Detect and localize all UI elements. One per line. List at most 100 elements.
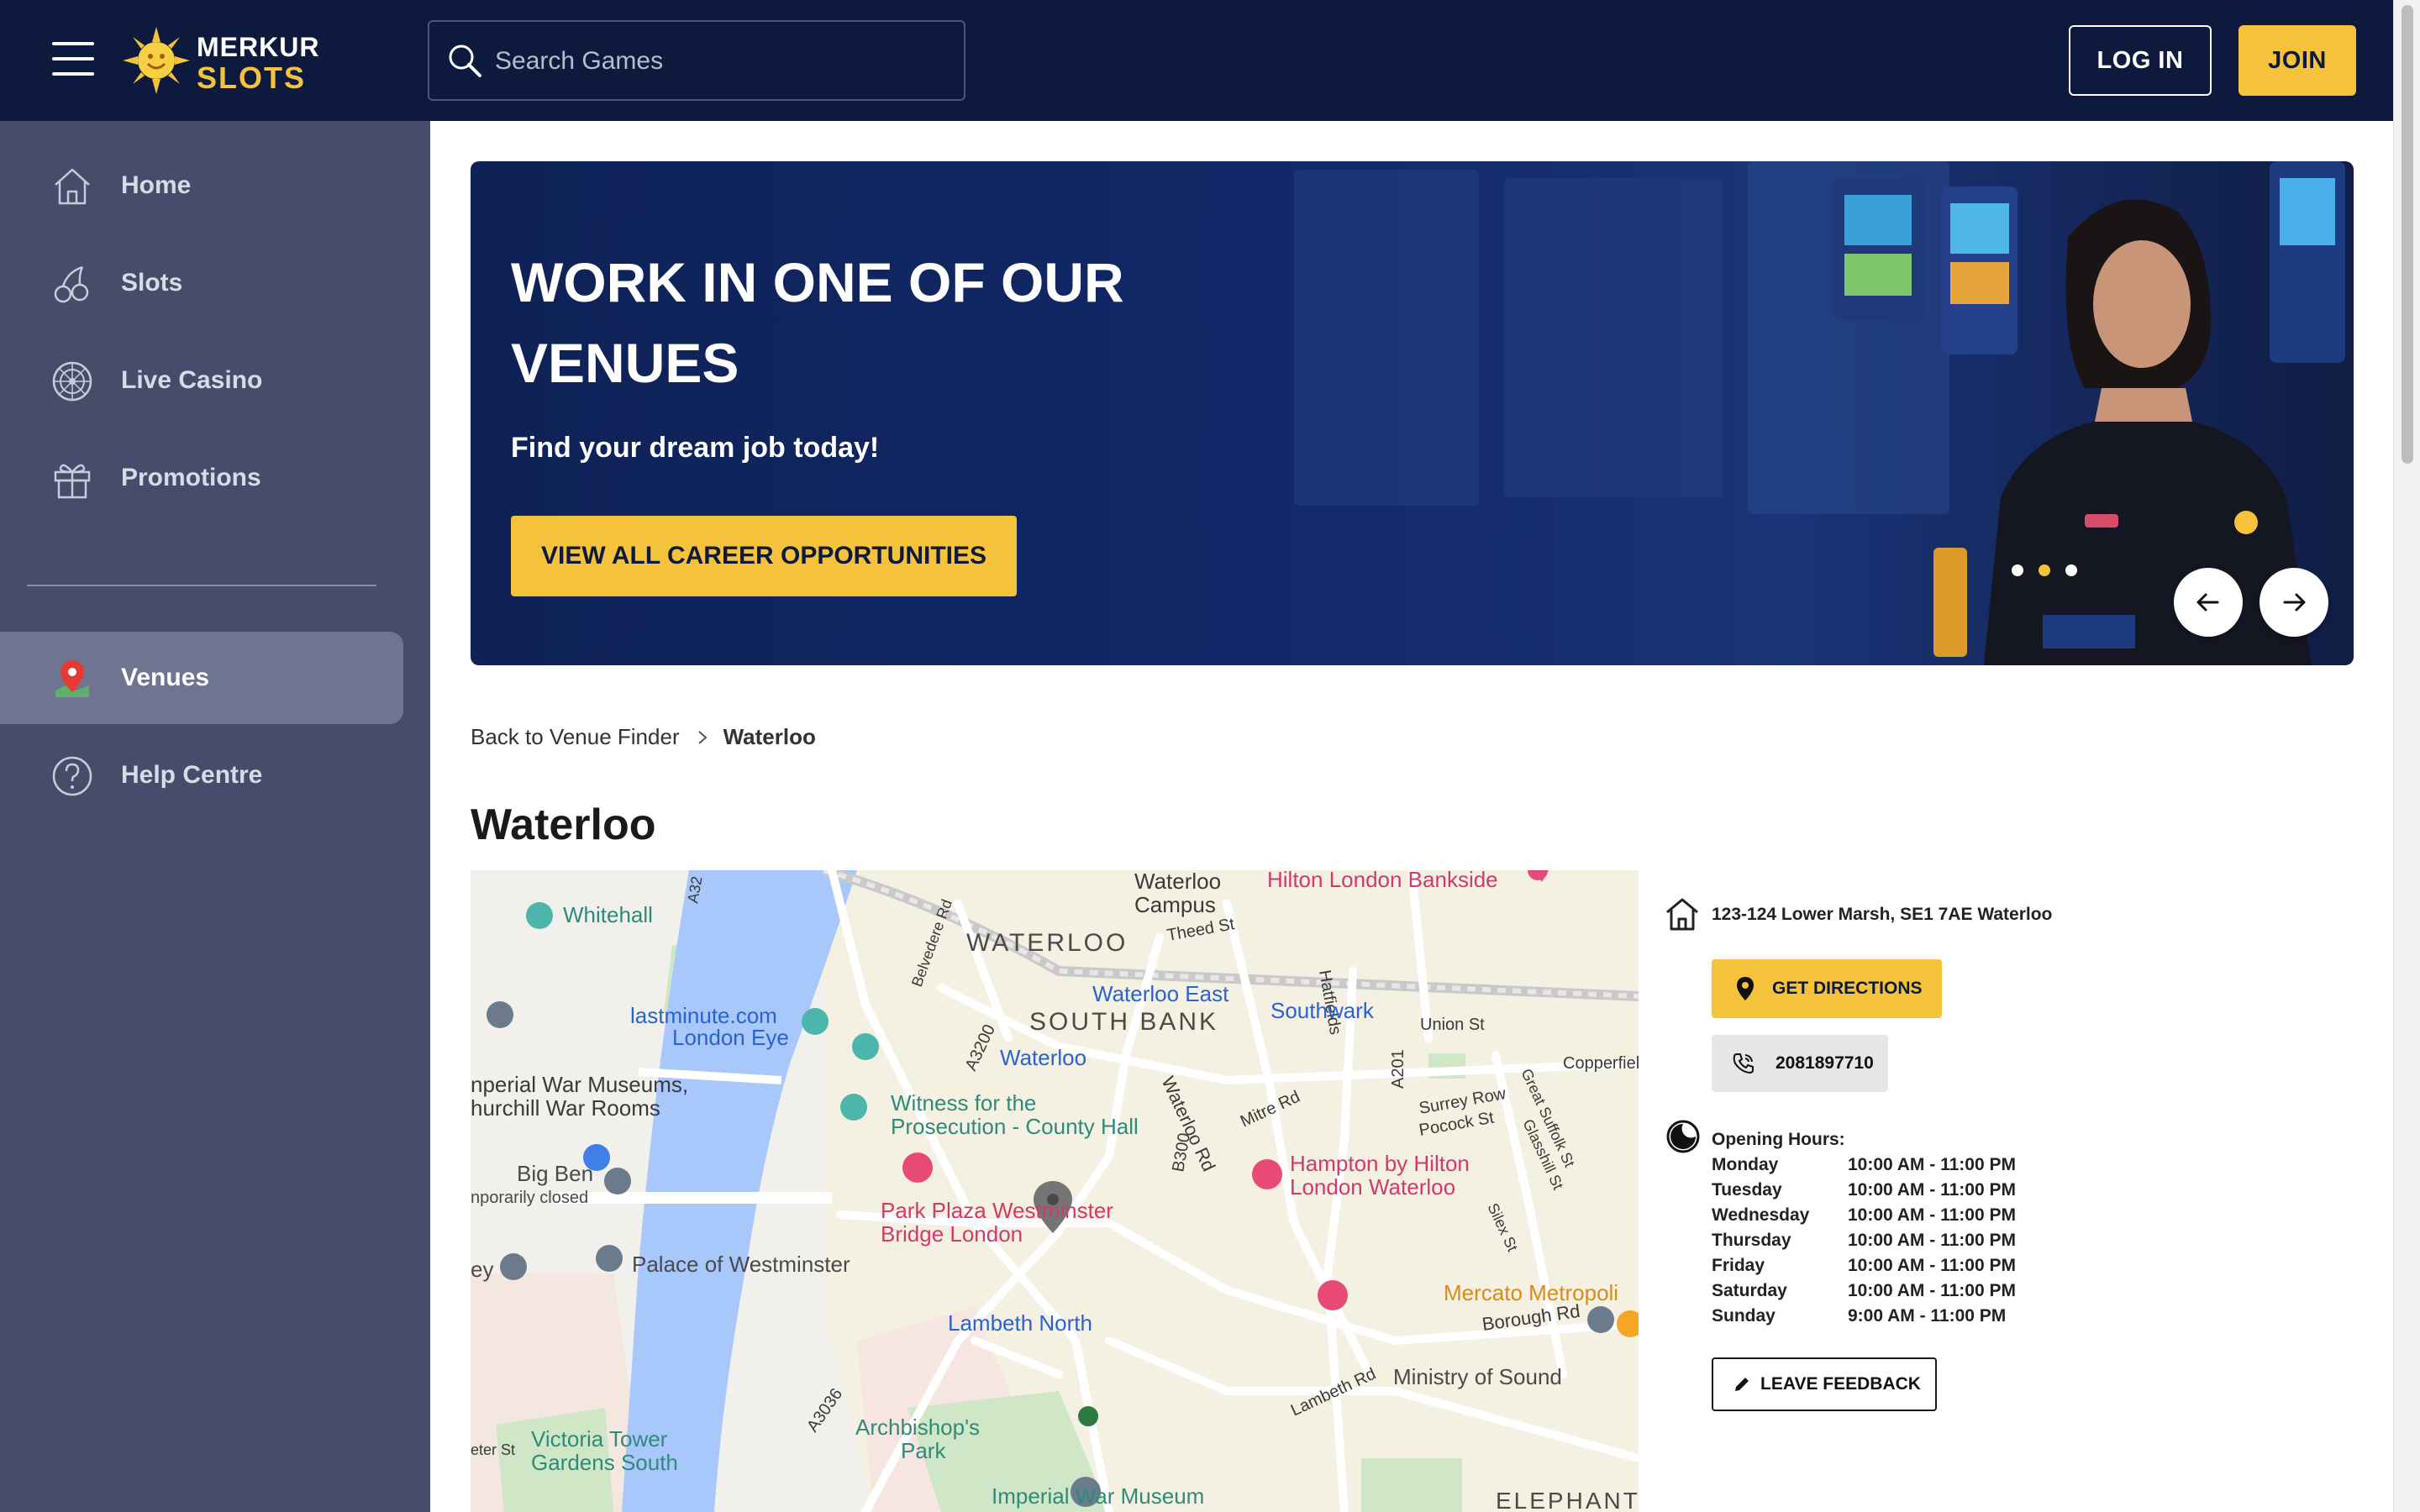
hamburger-menu-icon[interactable]	[52, 42, 94, 76]
map-label: A201	[1389, 1049, 1407, 1089]
merkur-slots-logo[interactable]: MERKUR SLOTS	[123, 24, 318, 97]
hours-row-thursday: Thursday 10:00 AM - 11:00 PM	[1712, 1231, 2016, 1256]
venue-map[interactable]: Waterloo Campus Hilton London Bankside W…	[471, 870, 1639, 1512]
map-label: Gardens South	[531, 1450, 678, 1475]
opening-hours-list: Monday 10:00 AM - 11:00 PM Tuesday 10:00 A…	[1712, 1155, 2016, 1331]
hours-row-saturday: Saturday 10:00 AM - 11:00 PM	[1712, 1281, 2016, 1306]
hours-day: Tuesday	[1712, 1180, 1782, 1200]
hours-time: 10:00 AM - 11:00 PM	[1848, 1205, 2016, 1225]
sidebar-divider	[27, 585, 376, 586]
sidebar-item-label: Promotions	[121, 464, 261, 491]
map-label: Whitehall	[563, 902, 653, 927]
clock-moon-icon	[1666, 1120, 1700, 1153]
hours-row-sunday: Sunday 9:00 AM - 11:00 PM	[1712, 1306, 2016, 1331]
sidebar-item-promotions[interactable]: Promotions	[0, 432, 403, 524]
breadcrumb-current: Waterloo	[723, 724, 816, 749]
page-scrollbar[interactable]	[2393, 0, 2420, 1512]
map-label: Park Plaza Westminster	[881, 1198, 1113, 1223]
get-directions-button[interactable]: GET DIRECTIONS	[1712, 959, 1942, 1018]
map-label: Hilton London Bankside	[1267, 870, 1498, 892]
map-label: Mercato Metropoli	[1444, 1280, 1618, 1305]
hours-day: Friday	[1712, 1256, 1765, 1275]
map-label: Waterloo	[1134, 870, 1221, 894]
hours-day: Saturday	[1712, 1281, 1787, 1300]
leave-feedback-button[interactable]: LEAVE FEEDBACK	[1712, 1357, 1937, 1411]
map-label: hurchill War Rooms	[471, 1095, 660, 1121]
hours-time: 10:00 AM - 11:00 PM	[1848, 1155, 2016, 1174]
map-label: Copperfiel	[1563, 1054, 1639, 1073]
map-label: Southwark	[1270, 998, 1375, 1023]
map-label: eter St	[471, 1441, 515, 1458]
pencil-icon	[1735, 1378, 1749, 1391]
scrollbar-thumb[interactable]	[2402, 5, 2413, 464]
map-label: Prosecution - County Hall	[891, 1114, 1139, 1139]
sidebar-item-live-casino[interactable]: Live Casino	[0, 334, 403, 427]
map-label: London Eye	[672, 1025, 789, 1050]
sidebar-item-label: Home	[121, 171, 192, 199]
map-label: ey	[471, 1257, 493, 1282]
location-pin-icon	[1737, 977, 1754, 1000]
opening-hours-title: Opening Hours:	[1712, 1130, 1845, 1149]
carousel-dots	[2012, 564, 2077, 576]
map-label: London Waterloo	[1290, 1174, 1455, 1200]
chevron-right-icon	[697, 730, 708, 744]
join-button[interactable]: JOIN	[2238, 25, 2356, 96]
carousel-dot[interactable]	[2012, 564, 2023, 576]
gift-icon	[54, 464, 91, 499]
hours-time: 10:00 AM - 11:00 PM	[1848, 1256, 2016, 1275]
carousel-next-button[interactable]	[2260, 568, 2328, 637]
map-label: Victoria Tower	[531, 1426, 668, 1452]
career-banner: WORK IN ONE OF OUR VENUES Find your drea…	[471, 161, 2354, 665]
map-label: Bridge London	[881, 1221, 1023, 1247]
carousel-dot-active[interactable]	[2039, 564, 2050, 576]
map-label: Lambeth North	[948, 1310, 1092, 1336]
help-circle-icon	[52, 756, 92, 796]
top-bar: MERKUR SLOTS LOG IN JOIN	[0, 0, 2393, 121]
sidebar-item-label: Slots	[121, 269, 183, 297]
hours-time: 10:00 AM - 11:00 PM	[1848, 1231, 2016, 1250]
sidebar-item-venues[interactable]: Venues	[0, 632, 403, 724]
search-input[interactable]	[495, 39, 949, 84]
carousel-prev-button[interactable]	[2174, 568, 2243, 637]
sidebar-item-slots[interactable]: Slots	[0, 237, 403, 329]
carousel-dot[interactable]	[2065, 564, 2077, 576]
hours-row-wednesday: Wednesday 10:00 AM - 11:00 PM	[1712, 1205, 2016, 1231]
sidebar-item-label: Live Casino	[121, 366, 263, 394]
venue-title: Waterloo	[471, 801, 656, 849]
map-label: Waterloo	[1000, 1045, 1086, 1070]
map-label: WATERLOO	[966, 929, 1128, 957]
arrow-right-icon	[2283, 593, 2306, 612]
breadcrumb: Back to Venue Finder Waterloo	[471, 724, 816, 750]
arrow-left-icon	[2196, 593, 2219, 612]
sidebar-item-help-centre[interactable]: Help Centre	[0, 729, 403, 822]
map-label: Ministry of Sound	[1393, 1364, 1562, 1389]
search-icon	[449, 45, 481, 77]
search-box[interactable]	[428, 20, 965, 101]
hours-day: Wednesday	[1712, 1205, 1810, 1225]
sidebar-item-home[interactable]: Home	[0, 139, 403, 232]
banner-title-line: VENUES	[511, 332, 739, 394]
map-label: ELEPHANT	[1496, 1488, 1639, 1512]
sun-logo-icon	[123, 27, 190, 94]
map-pin-icon	[55, 660, 89, 697]
map-label: Waterloo East	[1092, 981, 1229, 1006]
hours-time: 10:00 AM - 11:00 PM	[1848, 1281, 2016, 1300]
map-label: nperial War Museums,	[471, 1072, 688, 1097]
map-label: Archbishop's	[855, 1415, 980, 1440]
map-label: Park	[901, 1438, 946, 1463]
phone-button[interactable]: 2081897710	[1712, 1035, 1888, 1092]
map-label: Hampton by Hilton	[1290, 1151, 1470, 1176]
log-in-button[interactable]: LOG IN	[2069, 25, 2212, 96]
map-label: nporarily closed	[471, 1189, 588, 1207]
banner-subtitle: Find your dream job today!	[511, 432, 880, 464]
sidebar: Home Slots Live Casino Promotions Venues…	[0, 121, 430, 1512]
hours-row-monday: Monday 10:00 AM - 11:00 PM	[1712, 1155, 2016, 1180]
hours-row-friday: Friday 10:00 AM - 11:00 PM	[1712, 1256, 2016, 1281]
back-to-venue-finder-link[interactable]: Back to Venue Finder	[471, 724, 680, 750]
logo-word-slots: SLOTS	[197, 60, 307, 95]
view-career-opportunities-button[interactable]: VIEW ALL CAREER OPPORTUNITIES	[511, 516, 1017, 596]
house-icon	[1666, 898, 1698, 931]
hours-day: Monday	[1712, 1155, 1779, 1174]
home-icon	[55, 168, 90, 205]
phone-icon	[1733, 1053, 1754, 1074]
